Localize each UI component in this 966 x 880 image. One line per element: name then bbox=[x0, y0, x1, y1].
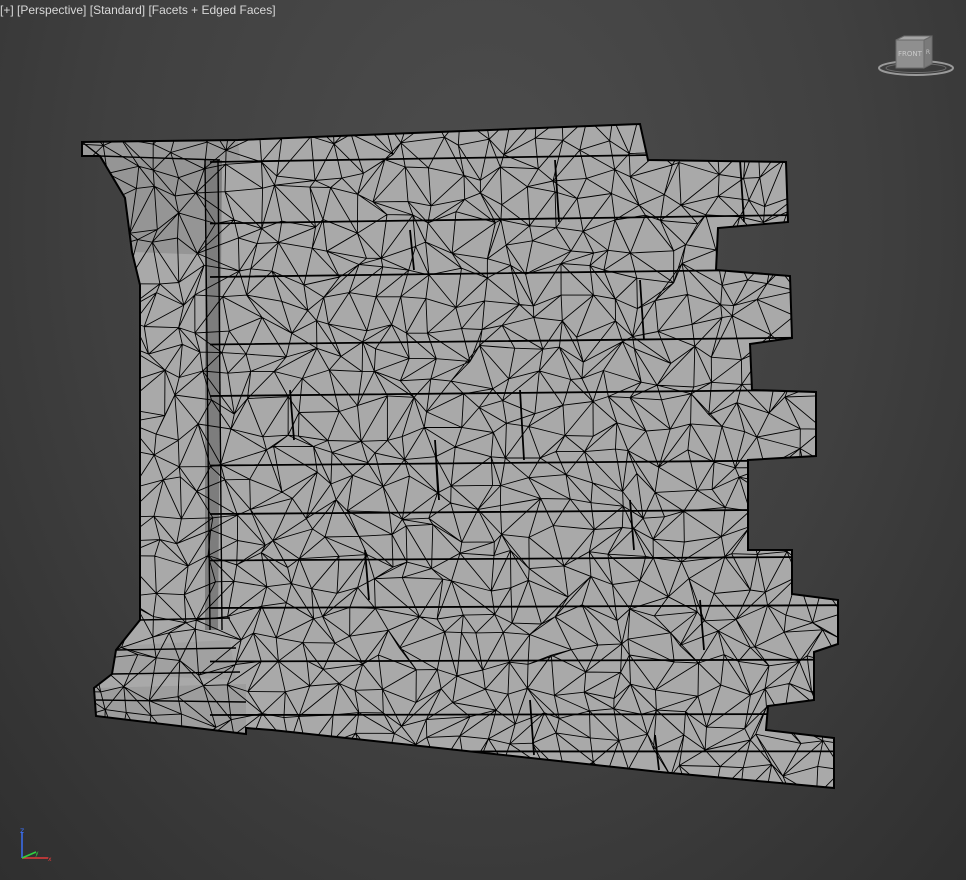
axis-tripod-icon: z x y bbox=[20, 826, 52, 863]
wall-mesh-viewport[interactable] bbox=[0, 0, 966, 880]
axis-x-label: x bbox=[48, 856, 52, 863]
wall-mesh bbox=[81, 123, 839, 789]
axis-y-label: y bbox=[35, 850, 39, 857]
axis-z-label: z bbox=[20, 826, 24, 835]
